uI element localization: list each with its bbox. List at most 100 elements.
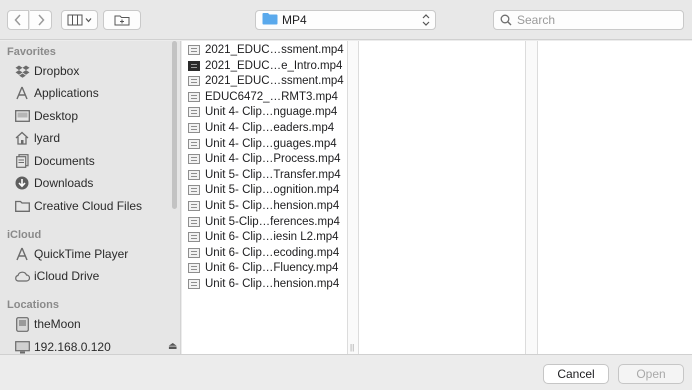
- preview-column: [538, 41, 692, 354]
- sidebar-item-icloud-drive[interactable]: iCloud Drive: [14, 266, 174, 286]
- file-row[interactable]: 2021_EDUC…e_Intro.mp4: [182, 58, 347, 74]
- sidebar-item-downloads[interactable]: Downloads: [14, 173, 174, 193]
- video-file-icon: [188, 60, 200, 71]
- new-folder-icon: [114, 15, 130, 26]
- dropbox-icon: [14, 63, 30, 79]
- file-name: Unit 4- Clip…eaders.mp4: [205, 122, 335, 134]
- video-file-icon: [188, 91, 200, 102]
- file-row[interactable]: 2021_EDUC…ssment.mp4: [182, 73, 347, 89]
- file-name: 2021_EDUC…e_Intro.mp4: [205, 59, 343, 72]
- cloud-icon: [14, 268, 30, 284]
- sidebar-heading-icloud: iCloud: [7, 229, 42, 241]
- video-file-icon: [188, 138, 200, 149]
- search-input[interactable]: [517, 13, 677, 27]
- video-file-icon: [188, 169, 200, 180]
- sidebar-item-creative-cloud-files[interactable]: Creative Cloud Files: [14, 196, 174, 216]
- video-file-icon: [188, 279, 200, 289]
- file-row[interactable]: Unit 6- Clip…iesin L2.mp4: [182, 229, 347, 245]
- computer-icon: [14, 316, 30, 332]
- column-divider: [525, 41, 526, 354]
- file-name: Unit 6- Clip…hension.mp4: [205, 278, 340, 290]
- video-file-icon: [188, 232, 200, 243]
- sidebar-item-dropbox[interactable]: Dropbox: [14, 61, 174, 81]
- sidebar-item-documents[interactable]: Documents: [14, 151, 174, 171]
- file-row[interactable]: Unit 6- Clip…Fluency.mp4: [182, 260, 347, 276]
- file-row[interactable]: Unit 5- Clip…ognition.mp4: [182, 182, 347, 198]
- file-row[interactable]: Unit 6- Clip…ecoding.mp4: [182, 245, 347, 261]
- video-file-icon: [188, 107, 200, 118]
- file-row[interactable]: Unit 4- Clip…eaders.mp4: [182, 120, 347, 136]
- sidebar-item-label: iCloud Drive: [34, 269, 100, 283]
- display-icon: [14, 339, 30, 354]
- open-button[interactable]: Open: [618, 364, 684, 384]
- sidebar-item-label: Documents: [34, 154, 95, 168]
- video-file-icon: [188, 216, 200, 227]
- file-column: 2021_EDUC…ssment.mp4 2021_EDUC…e_Intro.mp…: [182, 41, 347, 354]
- file-row[interactable]: Unit 4- Clip…guages.mp4: [182, 136, 347, 152]
- sidebar-item-label: 192.168.0.120: [34, 340, 111, 354]
- search-field[interactable]: [493, 10, 684, 30]
- home-icon: [14, 130, 30, 146]
- file-row[interactable]: 2021_EDUC…ssment.mp4: [182, 42, 347, 58]
- sidebar-item-quicktime-player[interactable]: QuickTime Player: [14, 244, 174, 264]
- search-icon: [500, 14, 512, 26]
- view-mode-button[interactable]: [61, 10, 98, 30]
- file-row[interactable]: Unit 5- Clip…hension.mp4: [182, 198, 347, 214]
- sidebar: Favorites Dropbox Applications Desktop l…: [0, 41, 181, 354]
- sidebar-item-applications[interactable]: Applications: [14, 83, 174, 103]
- column-divider: [347, 41, 348, 354]
- new-folder-button[interactable]: [103, 10, 141, 30]
- column-resize-handle[interactable]: ||: [350, 343, 354, 352]
- video-file-icon: [188, 185, 200, 196]
- sidebar-item-themoon[interactable]: theMoon: [14, 314, 174, 334]
- cancel-button[interactable]: Cancel: [543, 364, 609, 384]
- eject-icon[interactable]: ⏏: [168, 341, 177, 352]
- file-row[interactable]: Unit 4- Clip…Process.mp4: [182, 151, 347, 167]
- dialog-footer: Cancel Open: [0, 354, 692, 390]
- sidebar-item-label: Desktop: [34, 109, 79, 123]
- sidebar-item-lyard[interactable]: lyard: [14, 128, 174, 148]
- video-file-icon: [188, 201, 200, 211]
- file-row[interactable]: Unit 6- Clip…hension.mp4: [182, 276, 347, 292]
- sidebar-item-network-host[interactable]: 192.168.0.120 ⏏: [14, 337, 177, 354]
- file-name: Unit 6- Clip…Fluency.mp4: [205, 262, 339, 275]
- sidebar-heading-favorites: Favorites: [7, 46, 56, 58]
- sidebar-item-label: Dropbox: [34, 64, 80, 78]
- file-row[interactable]: EDUC6472_…RMT3.mp4: [182, 89, 347, 105]
- sidebar-item-label: Applications: [34, 86, 99, 100]
- back-button[interactable]: [7, 10, 29, 30]
- chevron-right-icon: [37, 14, 45, 26]
- file-name: Unit 6- Clip…ecoding.mp4: [205, 246, 340, 259]
- file-row[interactable]: Unit 5- Clip…Transfer.mp4: [182, 167, 347, 183]
- path-label: MP4: [282, 13, 307, 27]
- file-name: Unit 4- Clip…guages.mp4: [205, 137, 337, 150]
- file-name: Unit 5- Clip…Transfer.mp4: [205, 168, 341, 181]
- columns-view-icon: [67, 14, 91, 26]
- sidebar-item-label: Downloads: [34, 176, 94, 190]
- file-name: 2021_EDUC…ssment.mp4: [205, 44, 344, 56]
- forward-button[interactable]: [30, 10, 52, 30]
- quicktime-icon: [14, 246, 30, 262]
- file-name: Unit 5-Clip…ferences.mp4: [205, 215, 340, 228]
- desktop-icon: [14, 108, 30, 124]
- chevron-updown-icon: [422, 13, 430, 30]
- path-popup[interactable]: MP4: [255, 10, 436, 30]
- video-file-icon: [188, 76, 200, 87]
- sidebar-item-label: QuickTime Player: [34, 247, 129, 261]
- folder-icon: [14, 198, 30, 214]
- toolbar: MP4: [0, 0, 692, 40]
- folder-icon: [262, 12, 278, 28]
- applications-icon: [14, 85, 30, 101]
- file-name: Unit 5- Clip…hension.mp4: [205, 200, 340, 212]
- file-row[interactable]: Unit 5-Clip…ferences.mp4: [182, 214, 347, 230]
- documents-icon: [14, 153, 30, 169]
- video-file-icon: [188, 123, 200, 133]
- sidebar-item-label: lyard: [34, 131, 61, 145]
- file-name: EDUC6472_…RMT3.mp4: [205, 90, 338, 103]
- sidebar-item-desktop[interactable]: Desktop: [14, 106, 174, 126]
- file-row[interactable]: Unit 4- Clip…nguage.mp4: [182, 104, 347, 120]
- video-file-icon: [188, 154, 200, 165]
- video-file-icon: [188, 263, 200, 274]
- file-name: 2021_EDUC…ssment.mp4: [205, 75, 344, 88]
- video-file-icon: [188, 247, 200, 258]
